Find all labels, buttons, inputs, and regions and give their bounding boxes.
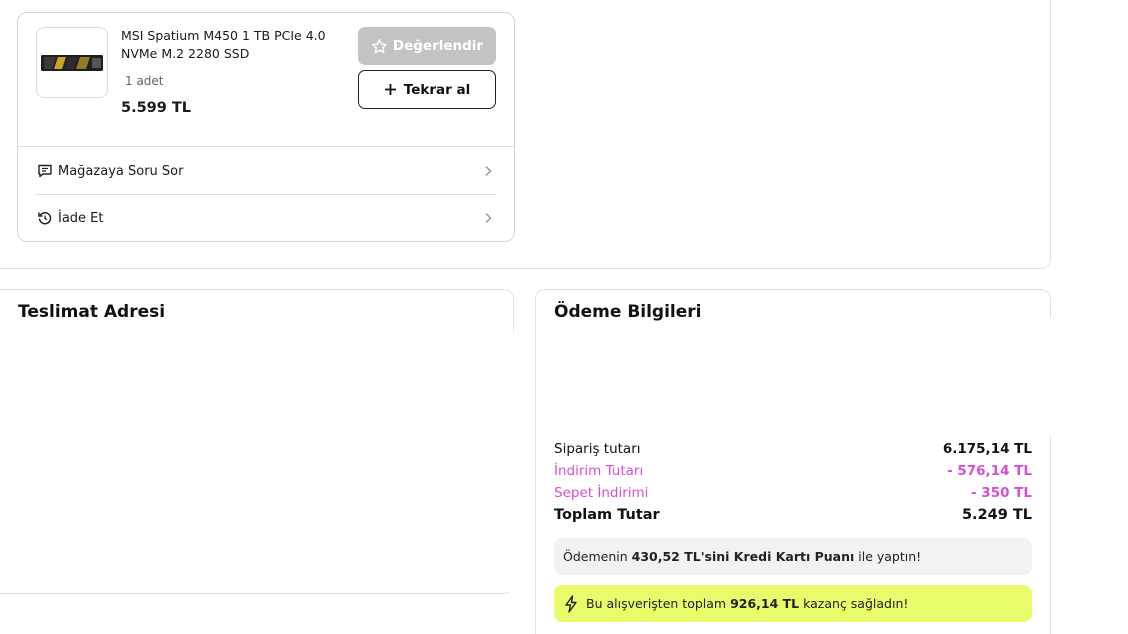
order-amount-value: 6.175,14 TL [942, 441, 1032, 457]
card-points-amount: 430,52 TL'sini Kredi Kartı Puanı [631, 549, 855, 564]
cart-discount-row: Sepet İndirimi - 350 TL [554, 483, 1032, 503]
ask-store-label: Mağazaya Soru Sor [58, 163, 184, 179]
product-card: MSI Spatium M450 1 TB PCIe 4.0 NVMe M.2 … [17, 12, 515, 242]
card-points-info: Ödemenin 430,52 TL'sini Kredi Kartı Puan… [554, 538, 1032, 575]
savings-suffix: kazanç sağladın! [799, 596, 909, 611]
total-amount-value: 5.249 TL [961, 507, 1032, 523]
discount-amount-value: - 576,14 TL [947, 463, 1032, 479]
card-points-prefix: Ödemenin [563, 549, 632, 564]
message-icon [36, 162, 54, 180]
ask-store-link[interactable]: Mağazaya Soru Sor [36, 159, 496, 183]
reorder-button-label: Tekrar al [403, 81, 471, 98]
chevron-right-icon [485, 212, 492, 224]
order-amount-row: Sipariş tutarı 6.175,14 TL [554, 439, 1032, 459]
return-icon [36, 209, 54, 227]
star-icon [371, 38, 387, 53]
return-label: İade Et [58, 210, 104, 226]
rate-button[interactable]: Değerlendir [358, 27, 496, 65]
delivery-address-card: Teslimat Adresi [0, 289, 521, 602]
discount-amount-label: İndirim Tutarı [554, 463, 644, 479]
lightning-icon [565, 594, 577, 613]
payment-info-card: Ödeme Bilgileri Sipariş tutarı 6.175,14 … [535, 289, 1056, 634]
total-amount-row: Toplam Tutar 5.249 TL [554, 505, 1032, 525]
divider [36, 194, 496, 195]
product-price: 5.599 TL [121, 100, 192, 116]
plus-icon [384, 84, 396, 95]
return-link[interactable]: İade Et [36, 206, 496, 230]
card-points-suffix: ile yaptın! [854, 549, 922, 564]
order-detail-page: MSI Spatium M450 1 TB PCIe 4.0 NVMe M.2 … [0, 0, 1128, 634]
payment-title: Ödeme Bilgileri [554, 302, 702, 322]
product-image[interactable] [36, 27, 108, 98]
total-amount-label: Toplam Tutar [554, 507, 660, 523]
rate-button-label: Değerlendir [392, 38, 484, 54]
savings-banner: Bu alışverişten toplam 926,14 TL kazanç … [554, 585, 1032, 622]
discount-amount-row: İndirim Tutarı - 576,14 TL [554, 461, 1032, 481]
delivery-title: Teslimat Adresi [18, 302, 166, 322]
reorder-button[interactable]: Tekrar al [358, 70, 496, 109]
chevron-right-icon [485, 165, 492, 177]
cart-discount-value: - 350 TL [971, 485, 1032, 501]
order-amount-label: Sipariş tutarı [554, 441, 641, 457]
savings-prefix: Bu alışverişten toplam [586, 596, 731, 611]
divider [18, 146, 514, 147]
savings-amount: 926,14 TL [730, 596, 800, 611]
ssd-drive-icon [41, 54, 103, 71]
product-quantity: 1 adet [125, 74, 164, 88]
product-name[interactable]: MSI Spatium M450 1 TB PCIe 4.0 NVMe M.2 … [121, 27, 351, 63]
cart-discount-label: Sepet İndirimi [554, 485, 649, 501]
